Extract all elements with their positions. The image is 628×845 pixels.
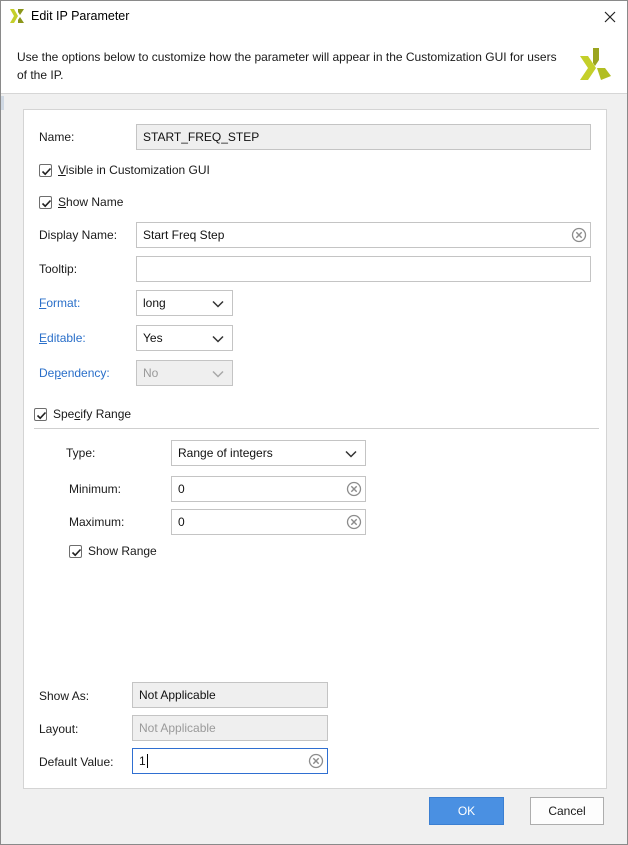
title-bar: Edit IP Parameter (1, 1, 627, 32)
display-name-input[interactable]: Start Freq Step (136, 222, 591, 248)
dependency-value: No (143, 366, 159, 380)
show-as-field: Not Applicable (132, 682, 328, 708)
range-type-label: Type: (66, 446, 96, 460)
show-name-label: Show Name (58, 195, 124, 209)
ok-button[interactable]: OK (429, 797, 504, 825)
editable-value: Yes (143, 331, 163, 345)
show-range-checkbox[interactable]: Show Range (69, 544, 157, 558)
show-name-checkbox-box[interactable] (39, 195, 52, 209)
window-title: Edit IP Parameter (31, 9, 130, 23)
editable-dropdown[interactable]: Yes (136, 325, 233, 351)
minimum-value: 0 (178, 482, 185, 496)
tooltip-input[interactable] (136, 256, 591, 282)
show-range-checkbox-box[interactable] (69, 544, 82, 558)
format-dropdown[interactable]: long (136, 290, 233, 316)
clear-icon[interactable] (346, 481, 362, 497)
dependency-label: Dependency: (39, 366, 110, 380)
checkmark-icon (71, 548, 82, 556)
chevron-down-icon (212, 335, 224, 343)
text-caret (146, 754, 148, 768)
name-field[interactable]: START_FREQ_STEP (136, 124, 591, 150)
range-type-dropdown[interactable]: Range of integers (171, 440, 366, 466)
range-divider (34, 428, 599, 429)
chevron-down-icon (212, 300, 224, 308)
show-as-label: Show As: (39, 689, 90, 703)
display-name-value: Start Freq Step (143, 228, 225, 242)
layout-value: Not Applicable (139, 721, 216, 735)
maximum-value: 0 (178, 515, 185, 529)
checkmark-icon (36, 411, 47, 419)
header-description: Use the options below to customize how t… (17, 50, 557, 82)
parameter-panel: Name: START_FREQ_STEP Visible in Customi… (23, 109, 607, 789)
display-name-label: Display Name: (39, 228, 118, 242)
editable-label[interactable]: Editable: (39, 331, 86, 345)
name-value: START_FREQ_STEP (143, 130, 260, 144)
format-label[interactable]: Format: (39, 296, 80, 310)
clear-icon[interactable] (346, 514, 362, 530)
xilinx-logo-icon (10, 9, 24, 23)
tooltip-label: Tooltip: (39, 262, 78, 276)
close-icon (604, 11, 616, 22)
checkmark-icon (41, 199, 52, 207)
minimum-input[interactable]: 0 (171, 476, 366, 502)
specify-range-checkbox-box[interactable] (34, 407, 47, 421)
dependency-dropdown: No (136, 360, 233, 386)
clear-icon[interactable] (308, 753, 324, 769)
visible-in-gui-checkbox-box[interactable] (39, 163, 52, 177)
default-value-value: 1 (139, 754, 146, 768)
minimum-label: Minimum: (69, 482, 122, 496)
default-value-label: Default Value: (39, 755, 114, 769)
default-value-input[interactable]: 1 (132, 748, 328, 774)
cancel-button[interactable]: Cancel (530, 797, 604, 825)
chevron-down-icon (345, 450, 357, 458)
chevron-down-icon (212, 370, 224, 378)
maximum-input[interactable]: 0 (171, 509, 366, 535)
name-label: Name: (39, 130, 75, 144)
checkmark-icon (41, 167, 52, 175)
clear-icon[interactable] (571, 227, 587, 243)
dialog-header: Use the options below to customize how t… (1, 32, 627, 94)
close-button[interactable] (593, 1, 627, 32)
left-edge-indicator (1, 96, 4, 110)
layout-label: Layout: (39, 722, 79, 736)
range-type-value: Range of integers (178, 446, 273, 460)
show-name-checkbox[interactable]: Show Name (39, 195, 123, 209)
maximum-label: Maximum: (69, 515, 125, 529)
format-value: long (143, 296, 166, 310)
specify-range-label: Specify Range (53, 407, 132, 421)
visible-in-gui-checkbox[interactable]: Visible in Customization GUI (39, 163, 210, 177)
xilinx-brand-logo-icon (580, 48, 611, 80)
show-range-label: Show Range (88, 544, 157, 558)
specify-range-checkbox[interactable]: Specify Range (34, 407, 131, 421)
show-as-value: Not Applicable (139, 688, 216, 702)
edit-ip-parameter-dialog: Edit IP Parameter Use the options below … (0, 0, 628, 845)
layout-field: Not Applicable (132, 715, 328, 741)
visible-in-gui-label: Visible in Customization GUI (58, 163, 210, 177)
